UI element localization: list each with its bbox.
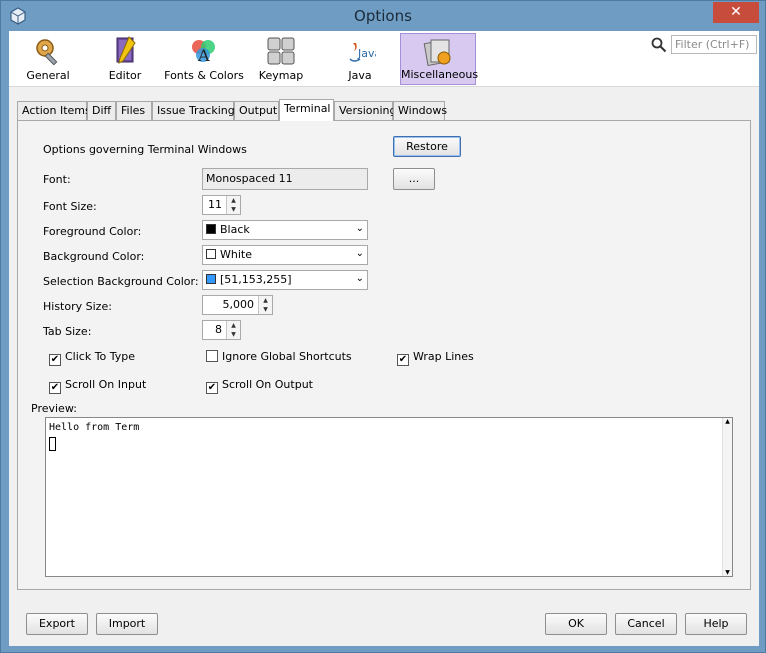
checkbox-label: Scroll On Output	[222, 378, 313, 391]
history-size-value: 5,000	[222, 298, 255, 311]
window-title: Options	[354, 7, 412, 25]
ok-button[interactable]: OK	[545, 613, 607, 635]
wrap-lines-checkbox[interactable]: ✔ Wrap Lines	[397, 350, 474, 366]
font-label: Font:	[43, 173, 71, 186]
foreground-color-combo[interactable]: Black ⌄	[202, 220, 368, 240]
keyboard-icon	[267, 37, 295, 65]
chevron-down-icon: ⌄	[355, 273, 364, 284]
preview-label: Preview:	[31, 402, 77, 415]
history-size-spinner[interactable]: 5,000 ▲ ▼	[202, 295, 273, 315]
cancel-button[interactable]: Cancel	[615, 613, 677, 635]
panel-heading: Options governing Terminal Windows	[43, 143, 247, 156]
category-java[interactable]: Java Java	[326, 33, 394, 85]
checkbox-checked-icon: ✔	[49, 354, 61, 366]
history-size-label: History Size:	[43, 300, 112, 313]
export-button[interactable]: Export	[26, 613, 88, 635]
background-swatch	[206, 249, 216, 259]
gear-wrench-icon	[36, 39, 58, 66]
editor-book-icon	[116, 36, 136, 64]
checkbox-label: Ignore Global Shortcuts	[222, 350, 352, 363]
click-to-type-checkbox[interactable]: ✔ Click To Type	[49, 350, 135, 366]
background-color-label: Background Color:	[43, 250, 145, 263]
tab-action-items[interactable]: Action Items	[17, 101, 91, 120]
checkbox-checked-icon: ✔	[206, 382, 218, 394]
import-button[interactable]: Import	[96, 613, 158, 635]
checkbox-checked-icon: ✔	[49, 382, 61, 394]
tab-issue-tracking[interactable]: Issue Tracking	[152, 101, 235, 120]
foreground-color-label: Foreground Color:	[43, 225, 142, 238]
selection-value: [51,153,255]	[220, 273, 292, 286]
search-icon	[651, 37, 667, 53]
misc-icon	[423, 39, 451, 66]
category-miscellaneous[interactable]: Miscellaneous	[400, 33, 479, 85]
terminal-cursor	[49, 437, 56, 451]
chevron-down-icon: ⌄	[355, 248, 364, 259]
background-color-combo[interactable]: White ⌄	[202, 245, 368, 265]
tab-output[interactable]: Output	[234, 101, 279, 120]
font-field: Monospaced 11	[202, 168, 368, 190]
category-label: Fonts & Colors	[164, 69, 244, 82]
spinner-arrows-icon[interactable]: ▲ ▼	[226, 321, 240, 339]
checkbox-label: Wrap Lines	[413, 350, 474, 363]
spinner-arrows-icon[interactable]: ▲ ▼	[226, 196, 240, 214]
svg-text:A: A	[197, 46, 210, 65]
terminal-preview[interactable]: Hello from Term ▲ ▼	[45, 417, 733, 577]
font-size-spinner[interactable]: 11 ▲ ▼	[202, 195, 241, 215]
chevron-down-icon: ⌄	[355, 223, 364, 234]
help-button[interactable]: Help	[685, 613, 747, 635]
preview-scrollbar[interactable]: ▲ ▼	[722, 418, 732, 576]
selection-color-combo[interactable]: [51,153,255] ⌄	[202, 270, 368, 290]
options-window: Options ✕ General Editor A Fonts & Color…	[0, 0, 766, 653]
category-fonts-colors[interactable]: A Fonts & Colors	[164, 33, 244, 85]
selection-swatch	[206, 274, 216, 284]
selection-color-label: Selection Background Color:	[43, 275, 199, 288]
tab-size-value: 8	[215, 323, 222, 336]
tab-windows[interactable]: Windows	[393, 101, 447, 120]
java-wordmark: Java	[357, 47, 376, 60]
close-button[interactable]: ✕	[713, 2, 759, 23]
checkbox-unchecked-icon	[206, 350, 218, 362]
tab-files[interactable]: Files	[116, 101, 152, 120]
checkbox-label: Scroll On Input	[65, 378, 147, 391]
fonts-colors-icon: A	[192, 40, 215, 65]
category-label: Java	[348, 69, 372, 82]
category-keymap[interactable]: Keymap	[249, 33, 313, 85]
checkbox-label: Click To Type	[65, 350, 136, 363]
ignore-global-shortcuts-checkbox[interactable]: Ignore Global Shortcuts	[206, 350, 352, 363]
dialog-body: General Editor A Fonts & Colors Keymap J…	[9, 31, 759, 646]
checkbox-checked-icon: ✔	[397, 354, 409, 366]
font-size-value: 11	[208, 198, 222, 211]
spinner-arrows-icon[interactable]: ▲ ▼	[258, 296, 272, 314]
tab-terminal[interactable]: Terminal	[279, 99, 334, 121]
category-toolbar: General Editor A Fonts & Colors Keymap J…	[9, 31, 759, 87]
scroll-on-input-checkbox[interactable]: ✔ Scroll On Input	[49, 378, 146, 394]
foreground-swatch	[206, 224, 216, 234]
title-bar[interactable]: Options ✕	[1, 1, 765, 31]
tab-diff[interactable]: Diff	[87, 101, 116, 120]
category-editor[interactable]: Editor	[91, 33, 159, 85]
category-label: Miscellaneous	[401, 68, 479, 81]
font-browse-button[interactable]: ...	[393, 168, 435, 190]
font-size-label: Font Size:	[43, 200, 97, 213]
foreground-value: Black	[220, 223, 250, 236]
background-value: White	[220, 248, 252, 261]
category-label: Editor	[108, 69, 142, 82]
category-label: Keymap	[258, 69, 304, 82]
tab-size-spinner[interactable]: 8 ▲ ▼	[202, 320, 241, 340]
filter-input[interactable]: Filter (Ctrl+F)	[671, 35, 757, 54]
category-label: General	[26, 69, 70, 82]
scroll-on-output-checkbox[interactable]: ✔ Scroll On Output	[206, 378, 313, 394]
restore-button[interactable]: Restore	[393, 136, 461, 157]
preview-text: Hello from Term	[49, 422, 140, 433]
java-icon: Java	[349, 43, 376, 62]
tab-size-label: Tab Size:	[43, 325, 92, 338]
tab-versioning[interactable]: Versioning	[334, 101, 396, 120]
category-general[interactable]: General	[14, 33, 82, 85]
